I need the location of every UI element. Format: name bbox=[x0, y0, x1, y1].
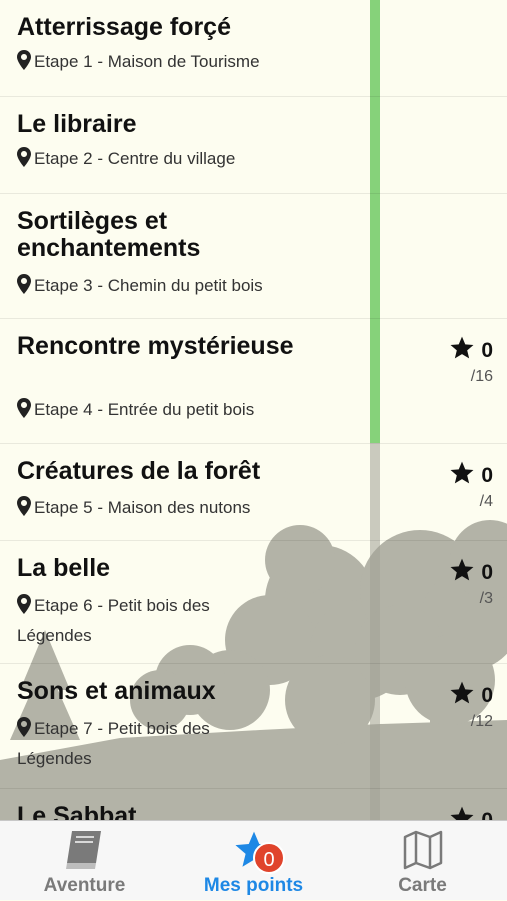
stage-row[interactable]: La belle Etape 6 - Petit bois des Légende… bbox=[0, 541, 507, 664]
tab-aventure-label: Aventure bbox=[43, 875, 126, 896]
stage-score-max: /16 bbox=[470, 368, 493, 385]
stage-row[interactable]: Rencontre mystérieuse Etape 4 - Entrée du… bbox=[0, 319, 507, 444]
stage-location-text: Etape 3 - Chemin du petit bois bbox=[34, 276, 263, 295]
stage-location: Etape 2 - Centre du village bbox=[17, 145, 277, 175]
tab-mes-points-label: Mes points bbox=[203, 875, 304, 896]
stage-score-max: /4 bbox=[479, 493, 493, 510]
stage-location-text: Etape 5 - Maison des nutons bbox=[34, 498, 251, 517]
points-badge: 0 bbox=[253, 842, 285, 874]
stage-location: Etape 7 - Petit bois des Légendes bbox=[17, 715, 277, 772]
stage-title: La belle bbox=[17, 554, 111, 582]
stage-row[interactable]: Sortilèges et enchantements Etape 3 - Che… bbox=[0, 194, 507, 319]
stage-location-text: Etape 6 - Petit bois des Légendes bbox=[17, 596, 210, 645]
stage-score: 0/16 bbox=[423, 335, 493, 388]
stage-score: 0/3 bbox=[423, 557, 493, 610]
stage-row[interactable]: Le Sabbat 0 bbox=[0, 789, 507, 820]
stage-score: 0 bbox=[423, 805, 493, 820]
stage-location-text: Etape 7 - Petit bois des Légendes bbox=[17, 719, 210, 768]
stage-location-text: Etape 2 - Centre du village bbox=[34, 149, 236, 168]
stage-title: Le Sabbat bbox=[17, 802, 137, 821]
map-icon bbox=[401, 829, 445, 876]
map-pin-icon bbox=[17, 717, 31, 745]
star-icon bbox=[449, 336, 481, 362]
map-pin-icon bbox=[17, 274, 31, 302]
tab-aventure[interactable]: Aventure bbox=[0, 821, 169, 901]
stage-location-text: Etape 1 - Maison de Tourisme bbox=[34, 52, 260, 71]
stage-location: Etape 5 - Maison des nutons bbox=[17, 494, 277, 524]
stage-score-value: 0 bbox=[481, 684, 493, 707]
stage-score-value: 0 bbox=[481, 464, 493, 487]
map-pin-icon bbox=[17, 398, 31, 426]
star-icon bbox=[449, 681, 481, 707]
star-icon bbox=[449, 558, 481, 584]
stage-title: Rencontre mystérieuse bbox=[17, 332, 294, 360]
stage-title: Sortilèges et enchantements bbox=[17, 207, 201, 262]
stage-location-text: Etape 4 - Entrée du petit bois bbox=[34, 400, 255, 419]
stage-location: Etape 3 - Chemin du petit bois bbox=[17, 272, 277, 302]
star-icon bbox=[449, 461, 481, 487]
stage-row[interactable]: Créatures de la forêt Etape 5 - Maison de… bbox=[0, 444, 507, 541]
stage-title: Atterrissage forçé bbox=[17, 13, 231, 41]
map-pin-icon bbox=[17, 147, 31, 175]
tab-carte[interactable]: Carte bbox=[338, 821, 507, 901]
stage-location: Etape 6 - Petit bois des Légendes bbox=[17, 592, 277, 649]
stage-score-value: 0 bbox=[481, 339, 493, 362]
stage-row[interactable]: Sons et animaux Etape 7 - Petit bois des … bbox=[0, 664, 507, 789]
tab-carte-label: Carte bbox=[398, 875, 447, 896]
map-pin-icon bbox=[17, 496, 31, 524]
stage-score-max: /12 bbox=[470, 713, 493, 730]
stage-title: Le libraire bbox=[17, 110, 137, 138]
map-pin-icon bbox=[17, 50, 31, 78]
stage-title: Sons et animaux bbox=[17, 677, 216, 705]
map-pin-icon bbox=[17, 594, 31, 622]
stage-location: Etape 1 - Maison de Tourisme bbox=[17, 48, 277, 78]
stage-score-value: 0 bbox=[481, 809, 493, 820]
stage-title: Créatures de la forêt bbox=[17, 457, 261, 485]
stage-location: Etape 4 - Entrée du petit bois bbox=[17, 396, 277, 426]
stage-score-max: /3 bbox=[479, 590, 493, 607]
stage-row[interactable]: Le libraire Etape 2 - Centre du village bbox=[0, 97, 507, 194]
stage-row[interactable]: Atterrissage forçé Etape 1 - Maison de To… bbox=[0, 0, 507, 97]
star-icon bbox=[449, 806, 481, 820]
stage-score: 0/4 bbox=[423, 460, 493, 513]
book-icon bbox=[63, 829, 107, 876]
stage-score-value: 0 bbox=[481, 561, 493, 584]
stage-score: 0/12 bbox=[423, 680, 493, 733]
stage-list-scroll[interactable]: Atterrissage forçé Etape 1 - Maison de To… bbox=[0, 0, 507, 820]
